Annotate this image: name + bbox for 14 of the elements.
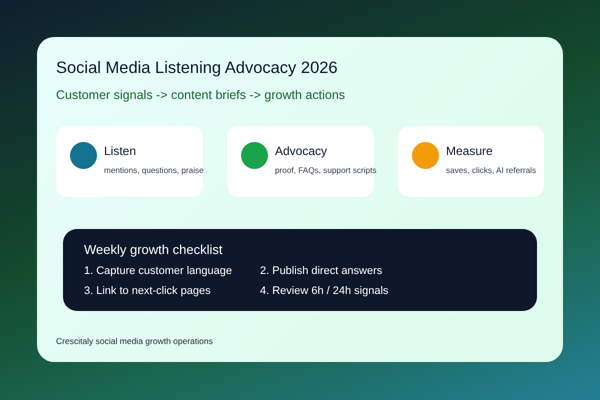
pillar-name: Advocacy <box>275 144 328 158</box>
pillar-detail: proof, FAQs, support scripts <box>275 166 376 175</box>
pillar-detail: mentions, questions, praise <box>104 166 204 175</box>
checklist-item: 3. Link to next-click pages <box>84 285 212 297</box>
checklist-item: 2. Publish direct answers <box>260 265 384 277</box>
subtitle: Customer signals -> content briefs -> growth actions <box>56 88 346 102</box>
pillar-detail: saves, clicks, AI referrals <box>446 166 536 175</box>
footer-text: Crescitaly social media growth operations <box>56 336 214 346</box>
pillar-name: Measure <box>446 144 494 158</box>
checklist-item: 4. Review 6h / 24h signals <box>260 285 390 297</box>
pillar-name: Listen <box>104 144 138 158</box>
page-title: Social Media Listening Advocacy 2026 <box>56 59 339 78</box>
checklist-item: 1. Capture customer language <box>84 265 233 277</box>
checklist-title: Weekly growth checklist <box>84 242 224 257</box>
